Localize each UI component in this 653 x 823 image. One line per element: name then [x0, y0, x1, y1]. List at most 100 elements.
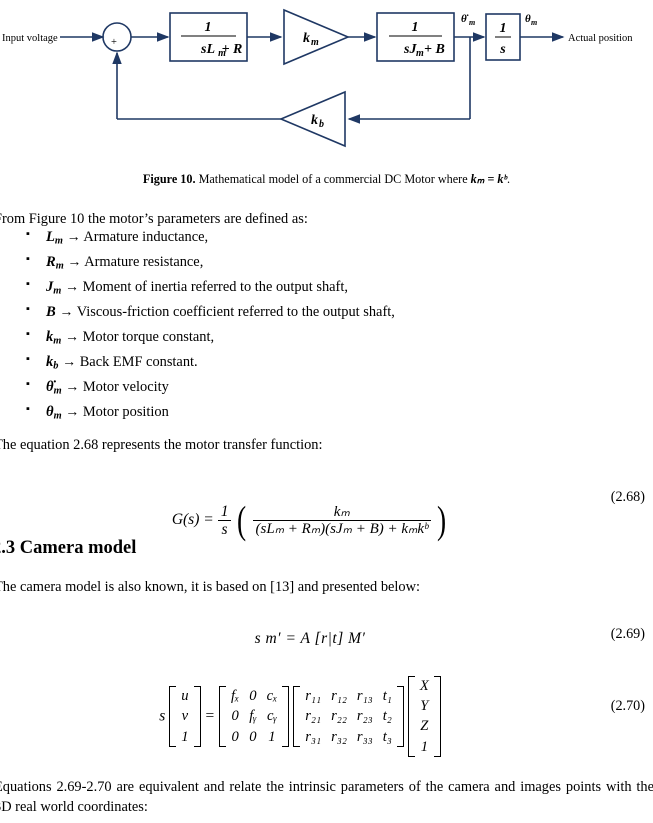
diagram-gain-km-label: k: [303, 31, 310, 46]
svg-text:sL: sL: [200, 42, 215, 57]
matrix-cell: Y: [420, 698, 429, 715]
diagram-block-mechanical: 1 sJ m + B: [389, 20, 445, 59]
matrix-cell: Z: [420, 718, 429, 735]
block-diagram-figure: Input voltage Actual position + 1 sL m +…: [0, 0, 653, 160]
matrix-cell: 1: [268, 728, 276, 745]
matrix-cell: t₂: [382, 708, 392, 725]
matrix-cell: 1: [420, 738, 428, 755]
eq269-number: (2.69): [610, 626, 645, 642]
matrix-cell: X: [419, 678, 429, 694]
param-subscript: m: [53, 335, 62, 347]
matrix-cell: cᵧ: [267, 708, 277, 725]
param-description: Armature resistance,: [84, 253, 204, 270]
list-item: Rm → Armature resistance,: [20, 252, 540, 273]
eq270-world-point-vector: X Y Z 1: [407, 676, 441, 757]
eq268-number: (2.68): [610, 489, 645, 505]
param-arrow: →: [65, 379, 80, 395]
list-item: B → Viscous-friction coefficient referre…: [20, 302, 540, 323]
param-subscript: m: [55, 260, 64, 272]
page: Input voltage Actual position + 1 sL m +…: [0, 0, 653, 823]
param-subscript: m: [53, 385, 62, 397]
matrix-cell: r₁₂: [331, 688, 347, 705]
param-subscript: b: [53, 360, 59, 372]
eq268-left-paren: (: [237, 499, 247, 542]
matrix-cell: r₁₃: [356, 688, 373, 705]
bracket-left: [169, 686, 177, 747]
param-symbol: θ̇: [46, 378, 54, 395]
param-arrow: →: [67, 254, 82, 270]
list-item: θm → Motor position: [20, 402, 540, 423]
bracket-left: [407, 676, 415, 757]
param-subscript: m: [54, 235, 63, 247]
section-heading: 2.3 Camera model: [0, 538, 137, 558]
param-symbol: B: [46, 303, 56, 320]
parameter-list: Lm → Armature inductance, Rm → Armature …: [20, 227, 540, 428]
camera-model-paragraph: The camera model is also known, it is ba…: [0, 579, 421, 595]
svg-text:m: m: [469, 18, 475, 27]
param-arrow: →: [64, 329, 79, 345]
svg-text:m: m: [311, 37, 319, 48]
bracket-right: [396, 686, 404, 747]
matrix-cell: cₓ: [266, 688, 278, 705]
eq268-right-paren: ): [437, 499, 447, 542]
param-symbol: R: [46, 253, 56, 270]
param-description: Motor torque constant,: [82, 328, 215, 345]
transfer-function-paragraph: The equation 2.68 represents the motor t…: [0, 437, 323, 453]
matrix-cell: r₂₁: [305, 708, 322, 725]
svg-text:1: 1: [205, 20, 212, 35]
param-symbol: θ: [46, 403, 54, 420]
svg-text:+ R: + R: [222, 42, 243, 57]
matrix-cell: 0: [249, 688, 257, 705]
matrix-cell: fₓ: [231, 688, 240, 705]
eq270-intrinsic-matrix: fₓ 0 cₓ 0 fᵧ cᵧ 0 0 1: [219, 686, 290, 747]
diagram-input-label: Input voltage: [2, 33, 58, 44]
matrix-cell: r₂₃: [356, 708, 373, 725]
eq268-inner-numerator: kₘ: [333, 503, 350, 520]
figure-caption-period: .: [507, 172, 511, 186]
param-arrow: →: [64, 279, 79, 295]
diagram-signal-velocity: θ̇: [461, 13, 469, 25]
matrix-cell: t₁: [382, 688, 392, 705]
matrix-cell: fᵧ: [249, 708, 257, 725]
matrix-cell: r₃₃: [356, 728, 373, 745]
svg-text:b: b: [319, 119, 324, 130]
bracket-right: [193, 686, 201, 747]
matrix-cell: 0: [249, 728, 257, 745]
matrix-cell: r₃₂: [331, 728, 347, 745]
param-description: Motor velocity: [82, 378, 169, 395]
param-description: Viscous-friction coefficient referred to…: [76, 303, 395, 320]
eq270-extrinsic-matrix: r₁₁ r₁₂ r₁₃ t₁ r₂₁ r₂₂ r₂₃ t₂ r₃₁ r₃₂ r₃…: [293, 686, 404, 747]
intro-paragraph: From Figure 10 the motor’s parameters ar…: [0, 211, 308, 227]
svg-text:1: 1: [412, 20, 419, 35]
list-item: Lm → Armature inductance,: [20, 227, 540, 248]
matrix-cell: r₃₁: [305, 728, 322, 745]
figure-caption: Figure 10. Mathematical model of a comme…: [0, 172, 653, 187]
svg-text:m: m: [531, 18, 537, 27]
diagram-block-electrical: 1 sL m + R: [181, 20, 242, 59]
bracket-left: [293, 686, 301, 747]
matrix-cell: r₁₁: [305, 688, 322, 705]
eq270-equals: =: [204, 707, 215, 725]
diagram-gain-kb-label: k: [311, 113, 318, 128]
figure-caption-math: kₘ = kᵇ: [470, 172, 508, 186]
bracket-left: [219, 686, 226, 747]
diagram-sum-plus: +: [111, 37, 117, 48]
eq269-expression: s m′ = A [r|t] M′: [254, 630, 366, 647]
param-arrow: →: [65, 404, 80, 420]
param-arrow: →: [59, 304, 74, 320]
figure-caption-label: Figure 10.: [142, 172, 196, 186]
param-description: Armature inductance,: [83, 229, 209, 245]
param-subscript: m: [53, 285, 62, 297]
svg-text:m: m: [416, 48, 424, 59]
param-description: Moment of inertia referred to the output…: [82, 278, 348, 295]
list-item: θ̇m → Motor velocity: [20, 377, 540, 398]
diagram-output-label: Actual position: [568, 33, 633, 44]
eq270-scale-factor: s: [159, 707, 166, 725]
param-symbol: L: [46, 229, 55, 245]
eq268-outer-denominator: s: [217, 520, 232, 538]
matrix-cell: 0: [231, 728, 239, 745]
param-arrow: →: [62, 354, 77, 370]
eq268-lhs: G(s) =: [171, 511, 214, 529]
svg-text:s: s: [499, 42, 506, 57]
eq268-outer-numerator: 1: [220, 502, 229, 520]
